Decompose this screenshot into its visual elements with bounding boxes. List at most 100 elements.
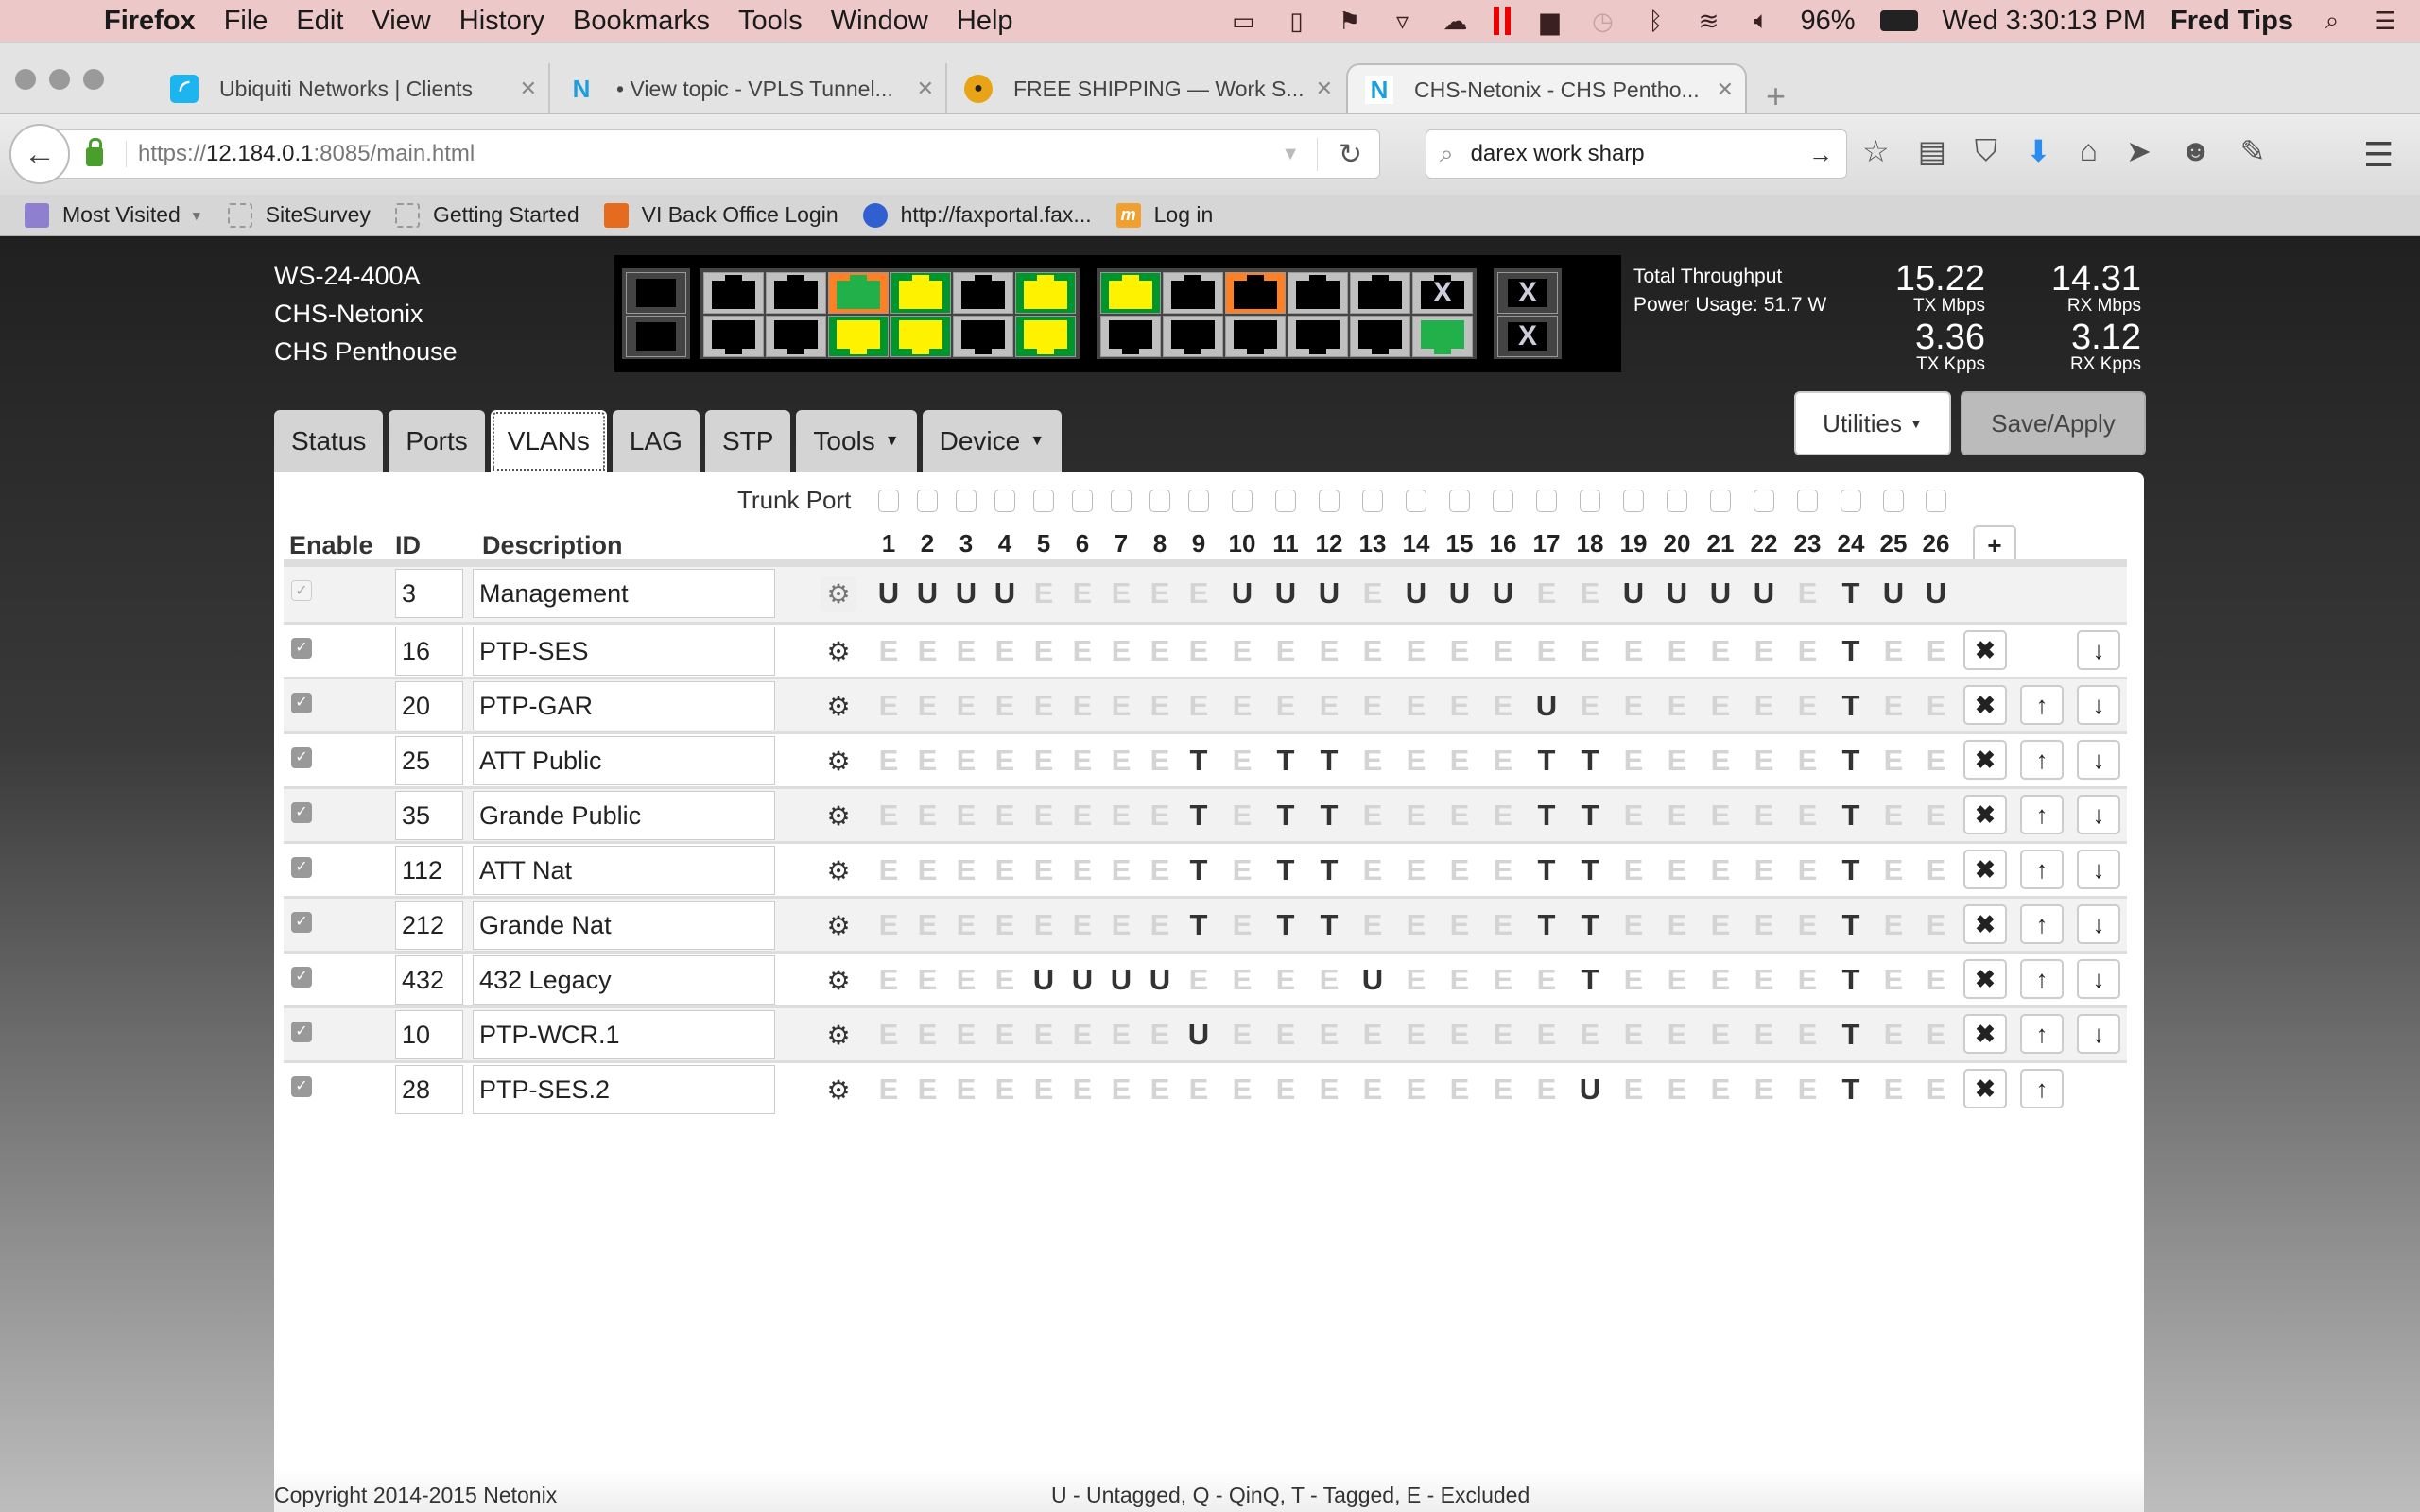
port-membership-toggle[interactable]: E [1700, 634, 1741, 668]
port-membership-toggle[interactable]: E [945, 963, 987, 997]
port-membership-toggle[interactable]: T [1308, 744, 1350, 778]
port-membership-toggle[interactable]: E [1265, 963, 1306, 997]
move-down-button[interactable]: ↓ [2077, 795, 2120, 834]
secure-lock-icon[interactable] [86, 138, 103, 166]
port-membership-toggle[interactable]: T [1526, 799, 1567, 833]
vlan-id-input[interactable]: 432 [395, 955, 463, 1005]
switch-port-16[interactable] [1163, 316, 1223, 357]
port-membership-toggle[interactable]: E [1482, 799, 1524, 833]
close-window-button[interactable] [15, 69, 36, 90]
bookmark-log-in[interactable]: m Log in [1115, 202, 1213, 228]
port-membership-toggle[interactable]: E [1062, 634, 1103, 668]
port-membership-toggle[interactable]: E [1352, 634, 1393, 668]
port-membership-toggle[interactable]: E [1100, 634, 1142, 668]
port-membership-toggle[interactable]: U [1352, 963, 1393, 997]
close-tab-icon[interactable]: ✕ [520, 77, 537, 101]
trunk-port-checkbox-13[interactable] [1362, 490, 1383, 512]
switch-port-25[interactable]: X [1497, 272, 1558, 314]
port-membership-toggle[interactable]: T [1308, 853, 1350, 887]
port-membership-toggle[interactable]: E [868, 1073, 909, 1107]
tab-lag[interactable]: LAG [612, 410, 700, 472]
port-membership-toggle[interactable]: E [1656, 1073, 1698, 1107]
port-membership-toggle[interactable]: E [984, 1073, 1026, 1107]
vlan-description-input[interactable]: Grande Public [473, 791, 775, 840]
port-membership-toggle[interactable]: E [1139, 1018, 1181, 1052]
port-membership-toggle[interactable]: E [1100, 1073, 1142, 1107]
port-membership-toggle[interactable]: E [1613, 1018, 1654, 1052]
port-membership-toggle[interactable]: E [1613, 908, 1654, 942]
port-membership-toggle[interactable]: T [1265, 908, 1306, 942]
port-membership-toggle[interactable]: E [1743, 744, 1785, 778]
port-membership-toggle[interactable]: E [1023, 1073, 1064, 1107]
port-membership-toggle[interactable]: E [868, 1018, 909, 1052]
port-membership-toggle[interactable]: E [1439, 634, 1480, 668]
pause-icon[interactable] [1494, 7, 1512, 35]
port-membership-toggle[interactable]: E [1178, 1073, 1219, 1107]
vlan-id-input[interactable]: 35 [395, 791, 463, 840]
switch-port-24[interactable] [1412, 316, 1473, 357]
port-membership-toggle[interactable]: E [1743, 1073, 1785, 1107]
delete-vlan-button[interactable]: ✖ [1963, 1069, 2007, 1108]
url-text[interactable]: https://12.184.0.1:8085/main.html [126, 141, 475, 167]
port-membership-toggle[interactable]: U [984, 576, 1026, 610]
port-membership-toggle[interactable]: E [1439, 908, 1480, 942]
trunk-port-checkbox-26[interactable] [1926, 490, 1946, 512]
switch-port-8[interactable] [890, 316, 951, 357]
port-membership-toggle[interactable]: T [1830, 576, 1872, 610]
port-membership-toggle[interactable]: T [1265, 799, 1306, 833]
port-membership-toggle[interactable]: E [1787, 1018, 1828, 1052]
port-membership-toggle[interactable]: E [1023, 576, 1064, 610]
port-membership-toggle[interactable]: E [1743, 908, 1785, 942]
port-membership-toggle[interactable]: E [1700, 963, 1741, 997]
port-membership-toggle[interactable]: E [1439, 1073, 1480, 1107]
port-membership-toggle[interactable]: E [907, 799, 948, 833]
port-membership-toggle[interactable]: E [1569, 634, 1611, 668]
port-membership-toggle[interactable]: E [1787, 963, 1828, 997]
trunk-port-checkbox-5[interactable] [1033, 490, 1054, 512]
port-membership-toggle[interactable]: E [1743, 799, 1785, 833]
port-membership-toggle[interactable]: E [868, 908, 909, 942]
move-down-button[interactable]: ↓ [2077, 850, 2120, 889]
port-membership-toggle[interactable]: E [1023, 908, 1064, 942]
vlan-description-input[interactable]: ATT Public [473, 736, 775, 785]
wifi-icon[interactable]: ≋ [1694, 7, 1722, 35]
port-membership-toggle[interactable]: T [1830, 689, 1872, 723]
port-membership-toggle[interactable]: E [1482, 1018, 1524, 1052]
port-membership-toggle[interactable]: E [1656, 963, 1698, 997]
port-membership-toggle[interactable]: E [945, 853, 987, 887]
gear-icon[interactable]: ⚙ [821, 1018, 856, 1054]
port-membership-toggle[interactable]: T [1178, 908, 1219, 942]
vlan-enable-checkbox[interactable]: ✓ [291, 802, 312, 823]
vlan-description-input[interactable]: 432 Legacy [473, 955, 775, 1005]
move-up-button[interactable]: ↑ [2020, 959, 2064, 999]
vlan-id-input[interactable]: 25 [395, 736, 463, 785]
port-membership-toggle[interactable]: E [1308, 689, 1350, 723]
trunk-port-checkbox-4[interactable] [994, 490, 1015, 512]
port-membership-toggle[interactable]: E [1700, 853, 1741, 887]
trunk-port-checkbox-2[interactable] [917, 490, 938, 512]
port-membership-toggle[interactable]: E [1873, 908, 1914, 942]
port-membership-toggle[interactable]: E [1787, 576, 1828, 610]
port-membership-toggle[interactable]: E [1221, 744, 1263, 778]
delete-vlan-button[interactable]: ✖ [1963, 630, 2007, 670]
port-membership-toggle[interactable]: E [945, 1018, 987, 1052]
back-button[interactable]: ← [9, 124, 70, 184]
port-membership-toggle[interactable]: T [1569, 963, 1611, 997]
triangle-down-icon[interactable]: ▿ [1388, 7, 1416, 35]
port-membership-toggle[interactable]: E [1482, 908, 1524, 942]
bookmark-star-icon[interactable]: ☆ [1862, 133, 1890, 169]
time-machine-icon[interactable]: ◷ [1588, 7, 1616, 35]
port-membership-toggle[interactable]: E [1915, 689, 1957, 723]
port-membership-toggle[interactable]: E [907, 963, 948, 997]
menu-tools[interactable]: Tools [738, 6, 803, 37]
port-membership-toggle[interactable]: E [1062, 908, 1103, 942]
vlan-description-input[interactable]: Management [473, 569, 775, 618]
bookmark-faxportal[interactable]: http://faxportal.fax... [862, 202, 1092, 228]
url-bar[interactable]: https://12.184.0.1:8085/main.html ▼ ↻ [57, 129, 1380, 179]
port-membership-toggle[interactable]: E [1100, 576, 1142, 610]
port-membership-toggle[interactable]: E [1700, 689, 1741, 723]
port-membership-toggle[interactable]: E [1613, 853, 1654, 887]
port-membership-toggle[interactable]: T [1526, 744, 1567, 778]
port-membership-toggle[interactable]: E [1062, 744, 1103, 778]
gear-icon[interactable]: ⚙ [821, 799, 856, 834]
